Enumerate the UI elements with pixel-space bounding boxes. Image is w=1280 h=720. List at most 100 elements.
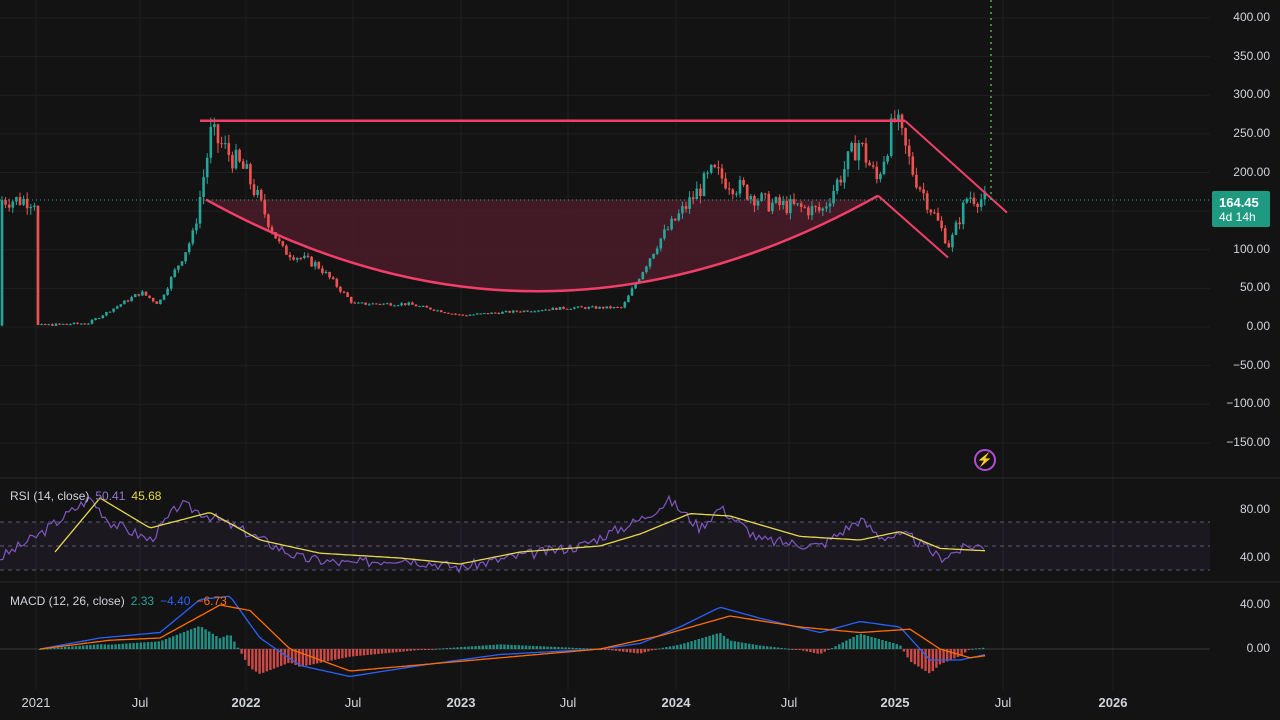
- macd-histogram-bar: [694, 640, 697, 649]
- macd-histogram-bar: [197, 626, 200, 649]
- macd-histogram-bar: [186, 630, 189, 649]
- candle-body: [475, 313, 479, 315]
- candle-body: [313, 262, 317, 267]
- candle-body: [587, 306, 591, 309]
- candle-body: [364, 302, 367, 305]
- candle-body: [403, 303, 407, 305]
- candle-body: [677, 213, 681, 221]
- candle-body: [263, 199, 267, 215]
- indicator-tick-label: 80.00: [1239, 502, 1270, 516]
- candle-body: [119, 304, 123, 307]
- candle-body: [191, 230, 195, 244]
- candle-body: [486, 313, 490, 315]
- candle-body: [69, 324, 72, 326]
- macd-histogram-bar: [445, 648, 448, 650]
- macd-histogram-bar: [452, 647, 456, 649]
- macd-histogram-bar: [913, 649, 916, 665]
- macd-histogram-bar: [830, 647, 834, 649]
- macd-histogram-bar: [917, 649, 920, 667]
- macd-histogram-bar: [103, 644, 106, 649]
- macd-histogram-bar: [964, 649, 967, 653]
- candle-body: [785, 201, 789, 214]
- candle-body: [691, 197, 695, 200]
- candle-body: [879, 173, 882, 180]
- macd-title: MACD (12, 26, close): [10, 594, 125, 608]
- macd-histogram-bar: [546, 646, 549, 649]
- candle-body: [144, 291, 148, 296]
- candle-body: [400, 303, 403, 306]
- macd-histogram-bar: [791, 649, 794, 650]
- macd-histogram-bar: [506, 644, 510, 649]
- candle-body: [749, 196, 753, 200]
- macd-histogram-bar: [852, 636, 855, 649]
- macd-histogram-bar: [352, 649, 355, 657]
- macd-histogram-bar: [697, 639, 700, 649]
- candle-body: [828, 203, 832, 207]
- candle-body: [292, 257, 295, 260]
- candle-body: [598, 306, 601, 309]
- lightning-icon[interactable]: ⚡: [974, 449, 996, 471]
- candle-body: [976, 203, 979, 207]
- candle-body: [162, 294, 166, 300]
- macd-histogram-bar: [442, 648, 445, 650]
- candle-body: [609, 306, 612, 309]
- macd-histogram-bar: [276, 649, 279, 668]
- candle-body: [288, 254, 292, 258]
- macd-histogram-bar: [528, 645, 531, 649]
- macd-histogram-bar: [118, 644, 121, 649]
- candle-body: [573, 307, 576, 309]
- candle-body: [141, 291, 144, 296]
- candle-body: [529, 311, 533, 313]
- candle-body: [551, 307, 555, 311]
- macd-histogram-bar: [640, 649, 643, 654]
- macd-histogram-bar: [661, 647, 664, 649]
- candle-body: [418, 306, 421, 308]
- macd-histogram-bar: [935, 649, 938, 668]
- macd-histogram-bar: [510, 644, 513, 649]
- macd-histogram-bar: [654, 649, 657, 650]
- rsi-legend[interactable]: RSI (14, close) 50.41 45.68: [10, 489, 167, 503]
- macd-legend[interactable]: MACD (12, 26, close) 2.33 −4.40 −6.73: [10, 594, 233, 608]
- macd-histogram-bar: [978, 648, 981, 650]
- candle-body: [684, 206, 688, 209]
- candle-body: [112, 308, 115, 312]
- candle-body: [393, 305, 396, 307]
- macd-hist-value: 2.33: [130, 594, 155, 608]
- candle-body: [407, 302, 411, 305]
- candle-body: [321, 268, 324, 274]
- candle-body: [382, 303, 385, 305]
- macd-histogram-bar: [942, 649, 945, 663]
- candle-body: [234, 149, 238, 169]
- indicator-tick-label: 40.00: [1239, 597, 1270, 611]
- candle-body: [666, 229, 670, 231]
- macd-histogram-bar: [622, 649, 625, 652]
- macd-histogram-bar: [715, 633, 718, 649]
- candle-body: [436, 310, 439, 312]
- macd-histogram-bar: [550, 646, 553, 649]
- macd-histogram-bar: [805, 649, 808, 652]
- candle-body: [846, 151, 850, 170]
- time-tick-label: 2025: [880, 695, 910, 710]
- candle-body: [389, 303, 393, 306]
- macd-histogram-bar: [121, 643, 124, 649]
- macd-histogram-bar: [733, 641, 736, 649]
- candle-body: [547, 309, 551, 311]
- candle-body: [439, 310, 443, 313]
- chart-canvas[interactable]: [0, 0, 1280, 720]
- macd-histogram-bar: [377, 649, 380, 654]
- macd-histogram-bar: [722, 635, 726, 649]
- candle-body: [526, 310, 529, 312]
- macd-histogram-bar: [560, 647, 564, 649]
- macd-histogram-bar: [402, 649, 405, 652]
- macd-histogram-bar: [431, 649, 434, 650]
- macd-histogram-bar: [618, 649, 621, 652]
- candle-body: [771, 202, 774, 212]
- candle-body: [652, 253, 655, 259]
- macd-histogram-bar: [175, 634, 178, 649]
- candle-body: [544, 309, 547, 311]
- candle-body: [184, 252, 187, 262]
- macd-histogram-bar: [132, 643, 135, 649]
- candle-body: [411, 302, 414, 305]
- candle-body: [195, 223, 198, 231]
- macd-histogram-bar: [287, 649, 290, 664]
